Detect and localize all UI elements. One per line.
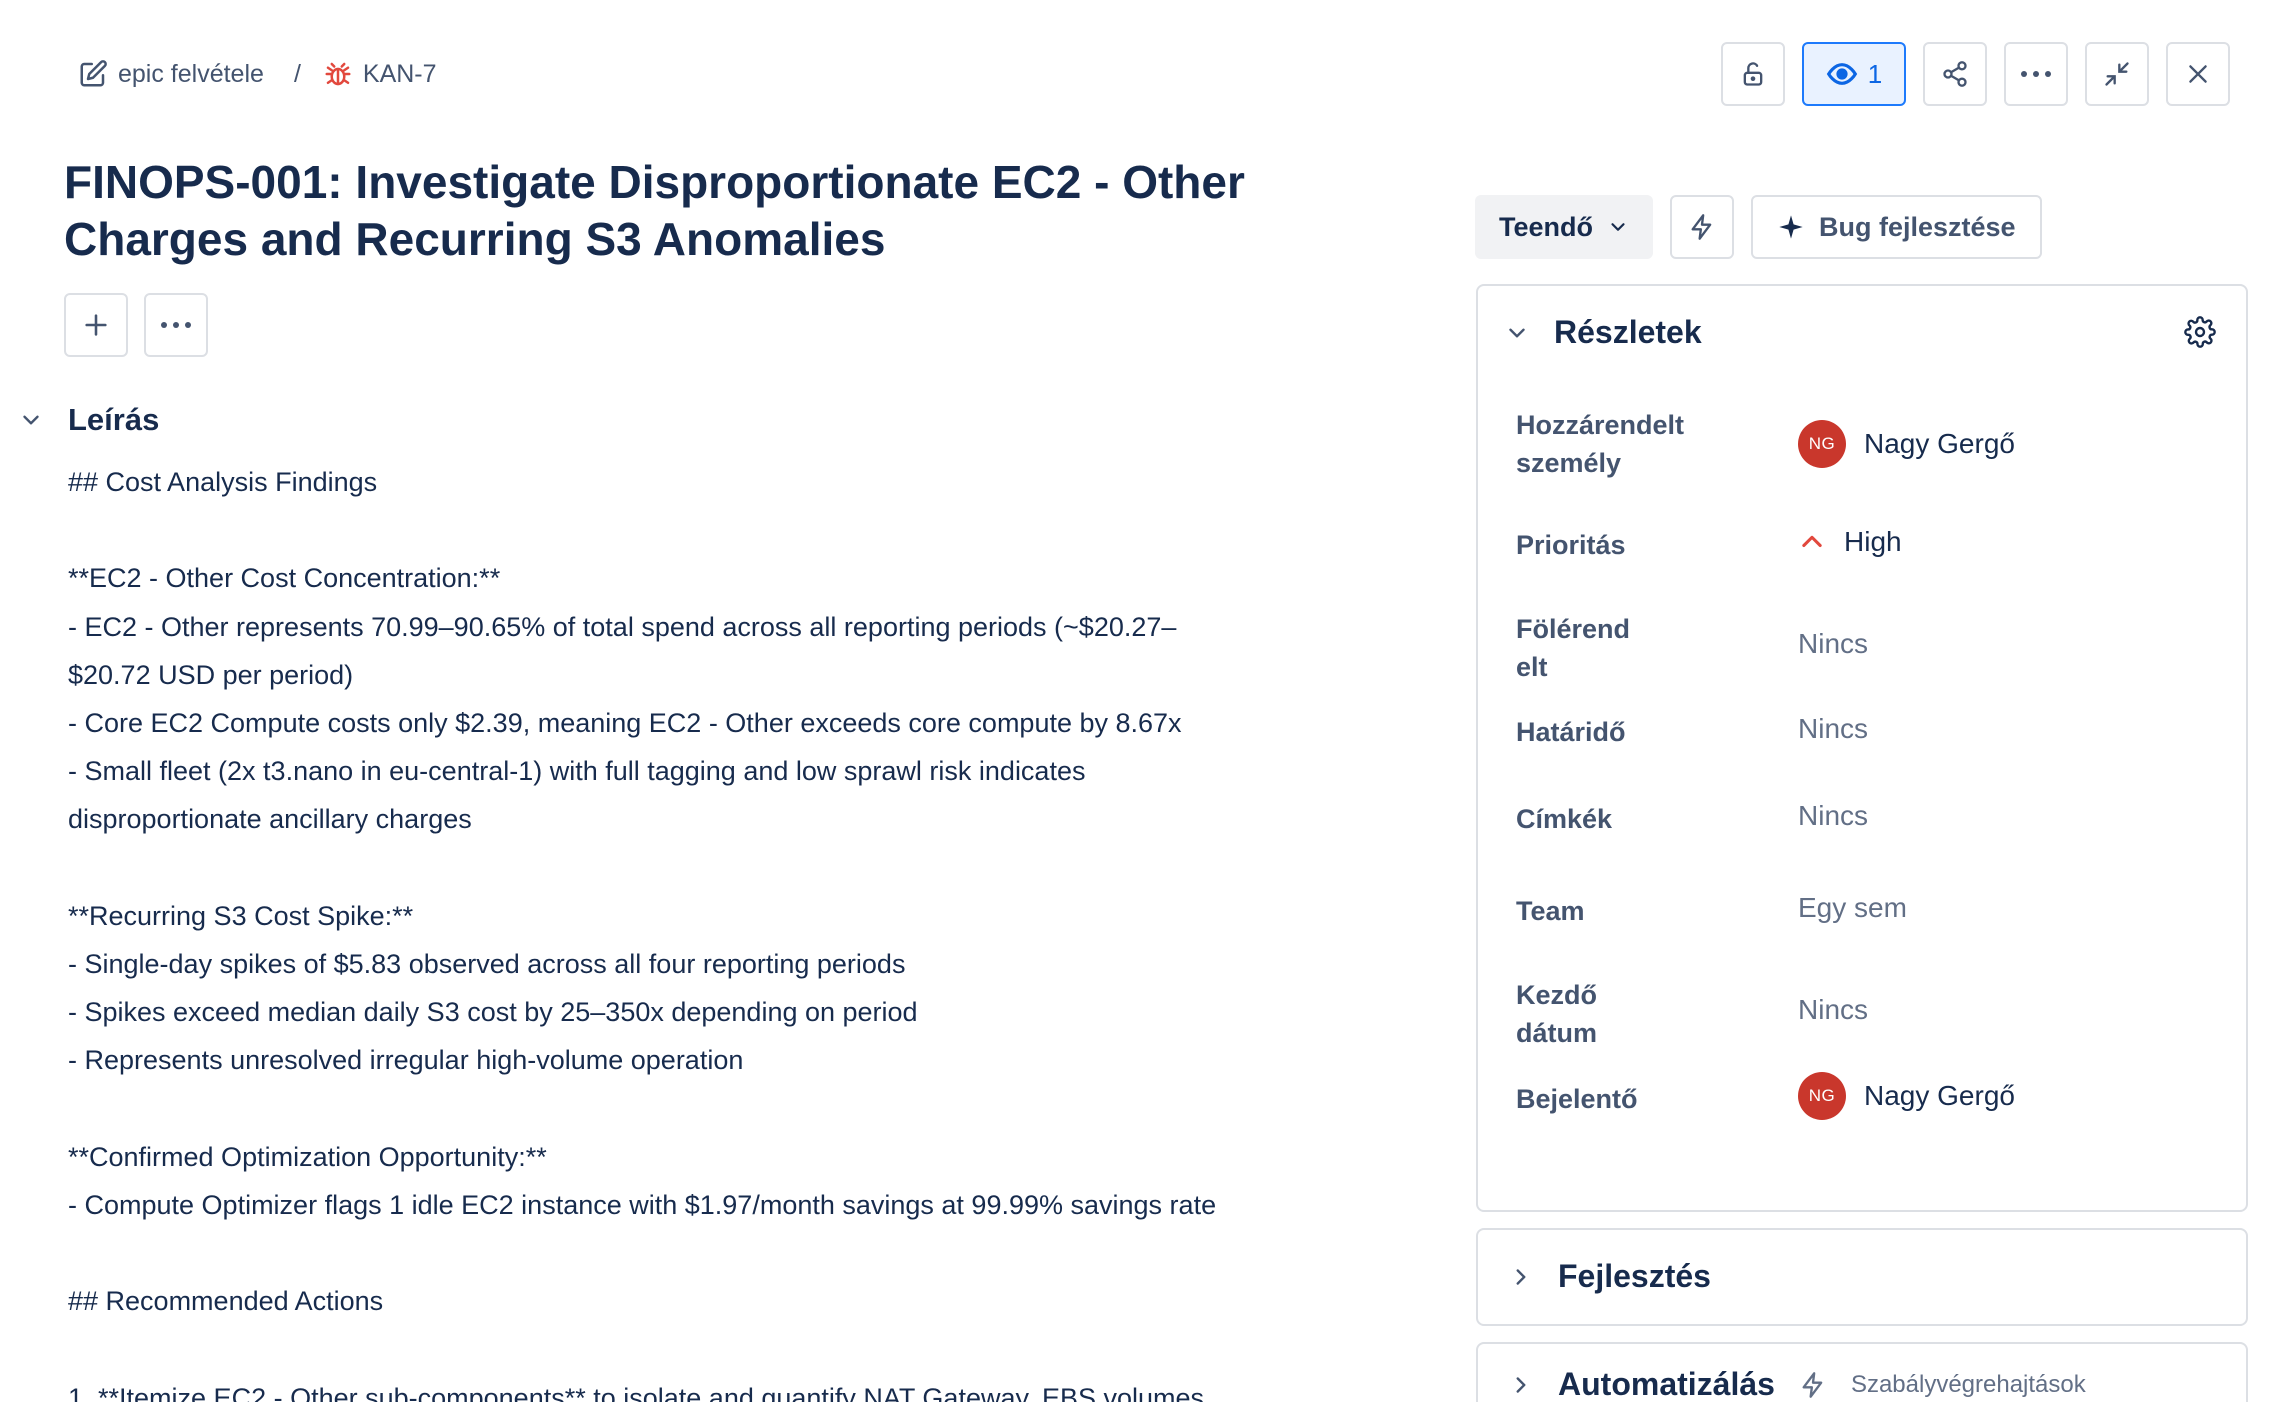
- share-button[interactable]: [1923, 42, 1987, 106]
- automation-header[interactable]: Automatizálás Szabályvégrehajtások: [1508, 1366, 2086, 1402]
- add-button[interactable]: [64, 293, 128, 357]
- details-heading: Részletek: [1554, 314, 1702, 350]
- details-header[interactable]: Részletek: [1504, 314, 1702, 351]
- description-line: - Single-day spikes of $5.83 observed ac…: [68, 948, 906, 979]
- chevron-down-icon: [1504, 320, 1530, 346]
- start-date-value[interactable]: Nincs: [1798, 994, 1868, 1026]
- automation-heading: Automatizálás: [1558, 1366, 1775, 1402]
- status-label: Teendő: [1499, 211, 1593, 242]
- description-line: disproportionate ancillary charges: [68, 804, 472, 835]
- team-label: Team: [1516, 896, 1585, 926]
- assignee-label: Hozzárendelt személy: [1516, 410, 1685, 478]
- share-icon: [1941, 60, 1969, 88]
- description-line: - Small fleet (2x t3.nano in eu-central-…: [68, 756, 1086, 787]
- description-heading: Leírás: [68, 402, 160, 437]
- breadcrumb-parent-link[interactable]: epic felvétele: [78, 59, 264, 89]
- breadcrumb-parent-label: epic felvétele: [118, 59, 264, 88]
- chevron-down-icon: [1607, 216, 1629, 238]
- automation-panel[interactable]: Automatizálás Szabályvégrehajtások: [1476, 1342, 2248, 1402]
- description-line: **Confirmed Optimization Opportunity:**: [68, 1141, 547, 1172]
- description-line: - EC2 - Other represents 70.99–90.65% of…: [68, 611, 1177, 642]
- breadcrumb-issue-key: KAN-7: [362, 59, 437, 88]
- priority-text: High: [1844, 526, 1902, 557]
- parent-label: Fölérend elt: [1516, 614, 1631, 682]
- minimize-button[interactable]: [2085, 42, 2149, 106]
- team-value[interactable]: Egy sem: [1798, 892, 1907, 924]
- details-panel: Részletek Hozzárendelt személy NG Nagy G…: [1476, 284, 2248, 1212]
- minimize-icon: [2103, 60, 2131, 88]
- watch-button[interactable]: 1: [1802, 42, 1906, 106]
- development-header[interactable]: Fejlesztés: [1508, 1258, 1711, 1295]
- restrictions-button[interactable]: [1721, 42, 1785, 106]
- lightning-icon: [1799, 1371, 1827, 1399]
- description-line: [68, 844, 1388, 892]
- start-date-label: Kezdő dátum: [1516, 980, 1597, 1048]
- lightning-icon: [1688, 213, 1716, 241]
- description-line: [68, 1325, 1388, 1373]
- issue-title[interactable]: FINOPS-001: Investigate Disproportionate…: [64, 154, 1364, 268]
- description-line: **Recurring S3 Cost Spike:**: [68, 900, 414, 931]
- description-line: **EC2 - Other Cost Concentration:**: [68, 563, 501, 594]
- labels-label: Címkék: [1516, 804, 1613, 834]
- description-line: 1. **Itemize EC2 - Other sub-components*…: [68, 1382, 1212, 1402]
- title-more-button[interactable]: [144, 293, 208, 357]
- development-panel[interactable]: Fejlesztés: [1476, 1228, 2248, 1326]
- chevron-right-icon: [1508, 1372, 1534, 1398]
- due-date-value[interactable]: Nincs: [1798, 713, 1868, 745]
- watch-count: 1: [1867, 58, 1883, 89]
- more-horizontal-icon: [160, 321, 192, 329]
- improve-bug-button[interactable]: Bug fejlesztése: [1751, 195, 2042, 259]
- description-line: [68, 506, 1388, 554]
- development-heading: Fejlesztés: [1558, 1258, 1711, 1294]
- top-actions: 1: [1721, 42, 2230, 106]
- more-actions-button[interactable]: [2004, 42, 2068, 106]
- description-line: ## Cost Analysis Findings: [68, 467, 378, 497]
- improve-bug-label: Bug fejlesztése: [1819, 211, 2016, 242]
- unlock-icon: [1739, 60, 1767, 88]
- priority-high-icon: [1798, 528, 1826, 556]
- status-row: Teendő Bug fejlesztése: [1475, 195, 2042, 259]
- due-date-label: Határidő: [1516, 717, 1626, 747]
- description-line: $20.72 USD per period): [68, 659, 354, 690]
- parent-value[interactable]: Nincs: [1798, 628, 1868, 660]
- automation-button[interactable]: [1670, 195, 1734, 259]
- breadcrumb: epic felvétele / KAN-7: [78, 56, 437, 92]
- description-line: - Represents unresolved irregular high-v…: [68, 1045, 744, 1076]
- sparkle-icon: [1777, 213, 1805, 241]
- description-line: - Compute Optimizer flags 1 idle EC2 ins…: [68, 1189, 1217, 1220]
- chevron-down-icon: [18, 407, 44, 433]
- more-horizontal-icon: [2020, 70, 2052, 78]
- description-line: ## Recommended Actions: [68, 1286, 384, 1317]
- title-actions: [64, 293, 208, 357]
- automation-subtitle: Szabályvégrehajtások: [1850, 1370, 2086, 1398]
- status-dropdown[interactable]: Teendő: [1475, 195, 1653, 259]
- description-line: - Spikes exceed median daily S3 cost by …: [68, 997, 918, 1028]
- priority-label: Prioritás: [1516, 530, 1626, 560]
- breadcrumb-issue-link[interactable]: KAN-7: [323, 59, 437, 89]
- breadcrumb-separator: /: [293, 59, 301, 88]
- description-line: [68, 1084, 1388, 1132]
- reporter-value[interactable]: NG Nagy Gergő: [1798, 1072, 2015, 1120]
- avatar: NG: [1798, 1072, 1846, 1120]
- chevron-right-icon: [1508, 1264, 1534, 1290]
- avatar: NG: [1798, 420, 1846, 468]
- close-icon: [2185, 61, 2211, 87]
- assignee-name: Nagy Gergő: [1864, 428, 2015, 459]
- edit-icon: [78, 59, 108, 89]
- description-line: [68, 1229, 1388, 1277]
- reporter-name: Nagy Gergő: [1864, 1080, 2015, 1111]
- description-header[interactable]: Leírás: [18, 402, 159, 438]
- description-body[interactable]: ## Cost Analysis Findings **EC2 - Other C…: [68, 458, 1388, 1402]
- eye-icon: [1826, 58, 1858, 90]
- gear-icon[interactable]: [2184, 316, 2216, 348]
- bug-icon: [323, 59, 353, 89]
- labels-value[interactable]: Nincs: [1798, 800, 1868, 832]
- plus-icon: [82, 311, 110, 339]
- priority-value[interactable]: High: [1798, 526, 1902, 558]
- description-line: - Core EC2 Compute costs only $2.39, mea…: [68, 707, 1182, 738]
- reporter-label: Bejelentő: [1516, 1084, 1638, 1114]
- assignee-value[interactable]: NG Nagy Gergő: [1798, 420, 2015, 468]
- close-button[interactable]: [2166, 42, 2230, 106]
